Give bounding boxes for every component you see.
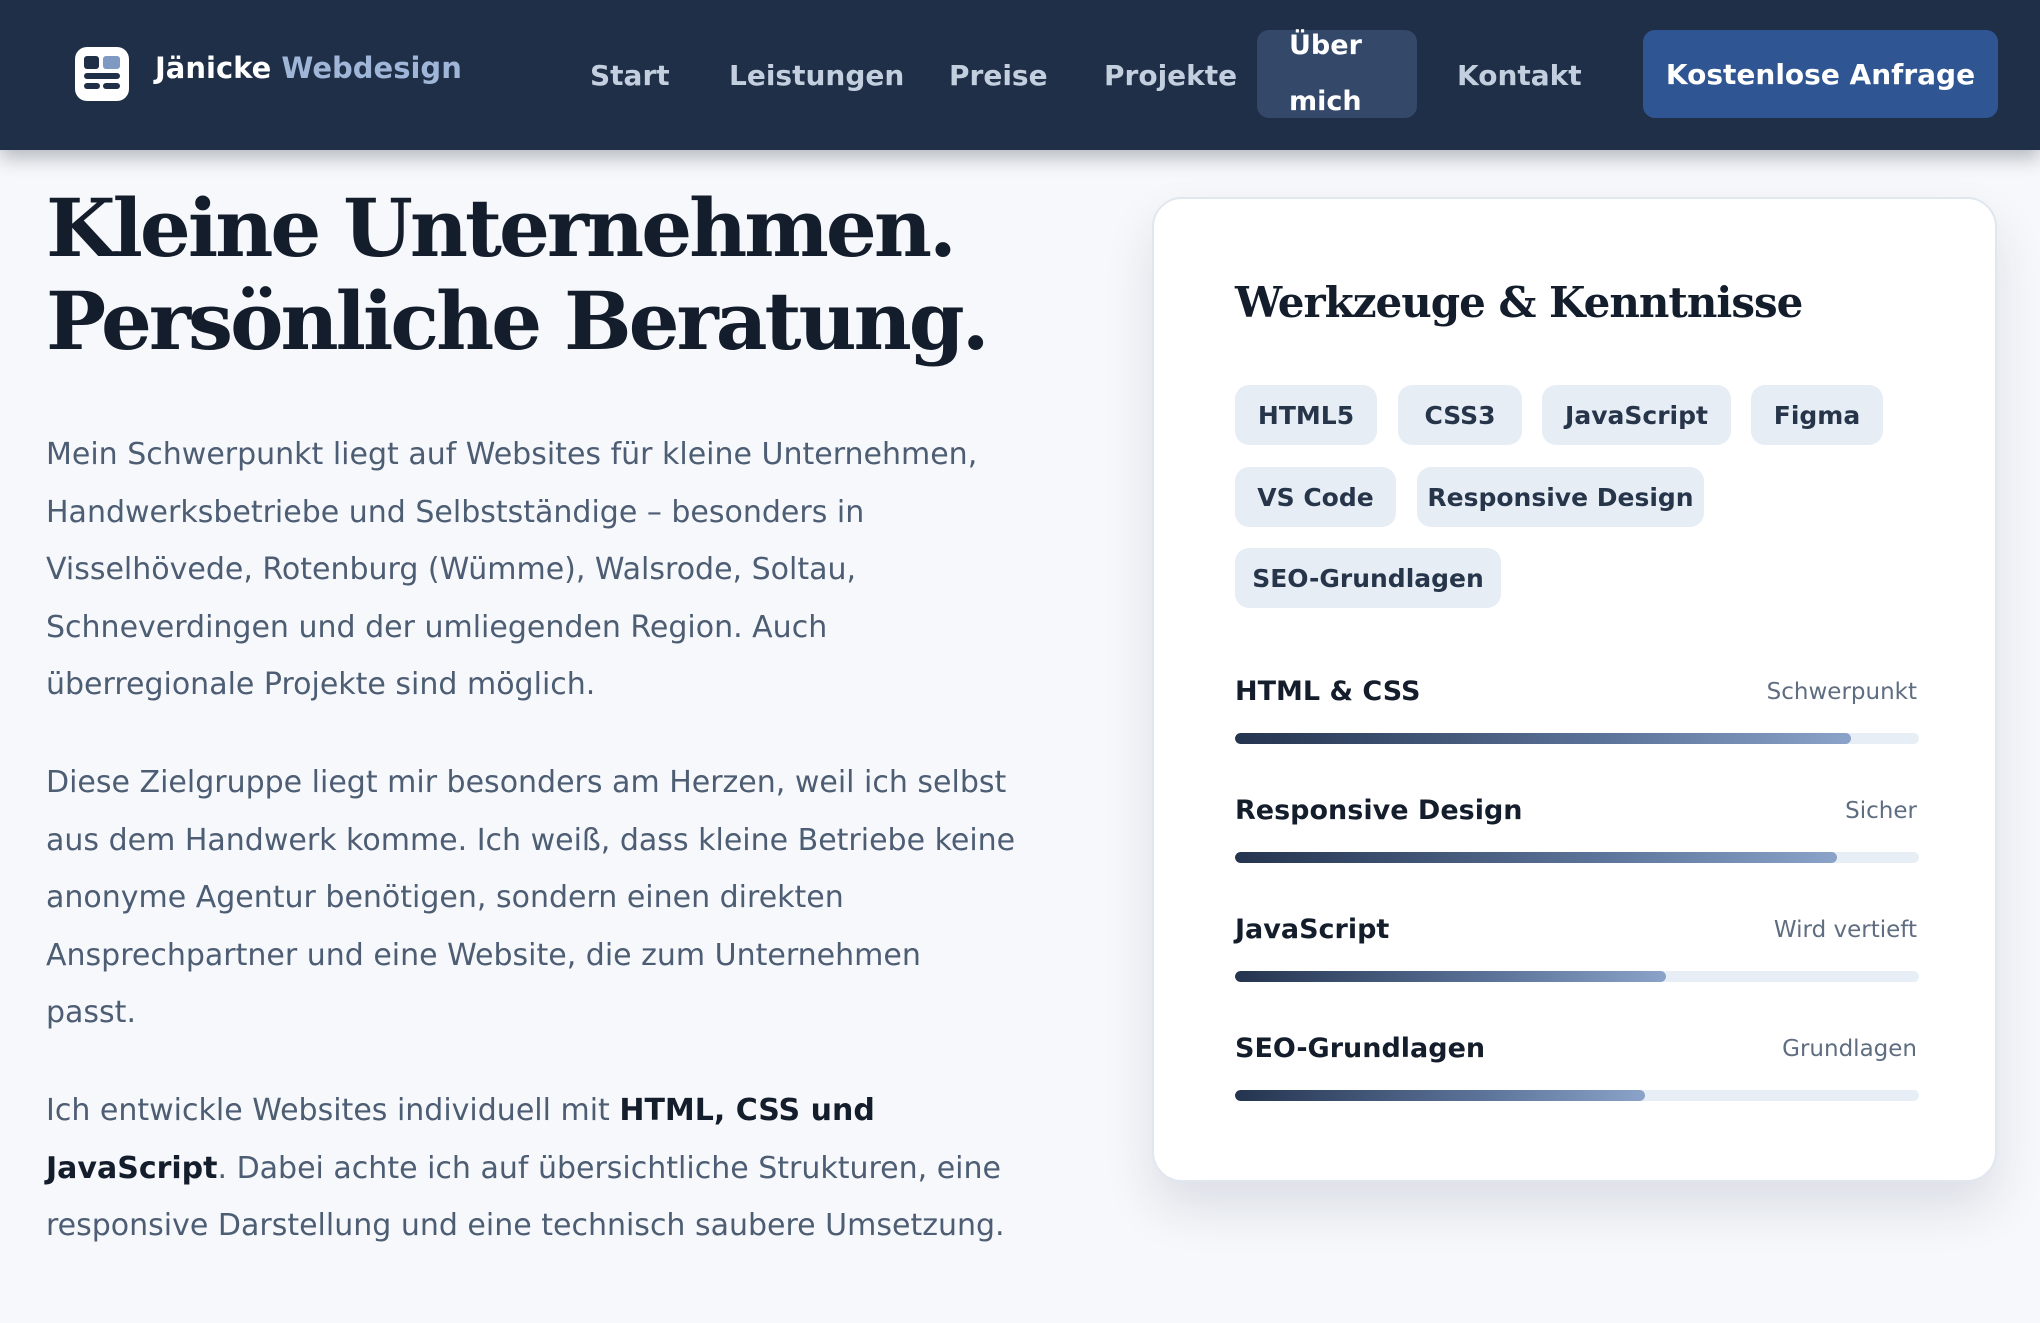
skill-progress-fill: [1235, 971, 1666, 982]
skill-progress-track: [1235, 733, 1919, 744]
nav-ueber-mich-line2: mich: [1289, 86, 1362, 117]
layout-icon[interactable]: [75, 47, 129, 101]
skill-progress-fill: [1235, 733, 1851, 744]
skill-chip: SEO-Grundlagen: [1235, 548, 1501, 608]
skills-card: Werkzeuge & Kenntnisse HTML5 CSS3 JavaSc…: [1152, 197, 1997, 1182]
paragraph-line: Diese Zielgruppe liegt mir besonders am …: [46, 765, 1007, 800]
nav-ueber-mich[interactable]: Über mich: [1257, 30, 1417, 118]
skill-chip: JavaScript: [1542, 385, 1731, 445]
paragraph-line: responsive Darstellung und eine technisc…: [46, 1208, 1005, 1244]
paragraph-line: aus dem Handwerk komme. Ich weiß, dass k…: [46, 822, 1016, 858]
paragraph-line: Ich entwickle Websites individuell mit H…: [46, 1082, 1046, 1140]
skill-chip: Responsive Design: [1417, 467, 1704, 527]
intro-paragraph-2: Diese Zielgruppe liegt mir besonders am …: [46, 754, 1046, 1042]
skill-level: Sicher: [1845, 798, 1917, 824]
hero-title-line1: Kleine Unternehmen.: [46, 181, 957, 275]
skill-progress-fill: [1235, 1090, 1646, 1101]
paragraph-line: Handwerksbetriebe und Selbstständige – b…: [46, 494, 865, 530]
skill-chip: VS Code: [1235, 467, 1396, 527]
paragraph-line: JavaScript. Dabei achte ich auf übersich…: [46, 1140, 1046, 1198]
intro-paragraph-3: Ich entwickle Websites individuell mit H…: [46, 1082, 1046, 1255]
skill-level: Grundlagen: [1782, 1036, 1917, 1062]
skill-chip: CSS3: [1398, 385, 1522, 445]
brand-name-accent: Webdesign: [281, 51, 462, 85]
skill-label: JavaScript: [1235, 914, 1390, 945]
skill-level: Schwerpunkt: [1766, 679, 1917, 705]
skill-progress-track: [1235, 852, 1919, 863]
nav-kontakt[interactable]: Kontakt: [1457, 0, 1582, 150]
skill-progress-fill: [1235, 852, 1837, 863]
skills-card-title: Werkzeuge & Kenntnisse: [1235, 278, 1803, 327]
nav-start[interactable]: Start: [590, 0, 670, 150]
tech-highlight: JavaScript: [46, 1150, 218, 1186]
skill-chip: Figma: [1751, 385, 1883, 445]
tech-highlight: HTML, CSS und: [619, 1093, 875, 1128]
skill-progress-track: [1235, 971, 1919, 982]
site-header: Jänicke Webdesign Start Leistungen Preis…: [0, 0, 2040, 150]
paragraph-line: Ansprechpartner und eine Website, die zu…: [46, 937, 921, 973]
skill-chip: HTML5: [1235, 385, 1377, 445]
free-request-button[interactable]: Kostenlose Anfrage: [1643, 30, 1998, 118]
paragraph-line: passt.: [46, 995, 136, 1031]
skill-label: HTML & CSS: [1235, 676, 1421, 707]
nav-leistungen[interactable]: Leistungen: [729, 0, 904, 150]
hero-title-line2: Persönliche Beratung.: [46, 274, 990, 368]
paragraph-line: Mein Schwerpunkt liegt auf Websites für …: [46, 437, 978, 472]
skill-level: Wird vertieft: [1773, 917, 1917, 943]
skill-progress-track: [1235, 1090, 1919, 1101]
intro-paragraph-1: Mein Schwerpunkt liegt auf Websites für …: [46, 426, 1046, 714]
skill-label: Responsive Design: [1235, 795, 1523, 826]
paragraph-line: Visselhövede, Rotenburg (Wümme), Walsrod…: [46, 552, 857, 588]
nav-preise[interactable]: Preise: [949, 0, 1048, 150]
paragraph-line: Schneverdingen und der umliegenden Regio…: [46, 609, 828, 645]
paragraph-line: überregionale Projekte sind möglich.: [46, 667, 596, 703]
brand-name-main: Jänicke: [155, 51, 272, 85]
brand-name[interactable]: Jänicke Webdesign: [155, 51, 462, 85]
paragraph-text: Ich entwickle Websites individuell mit: [46, 1093, 620, 1128]
skill-label: SEO-Grundlagen: [1235, 1033, 1486, 1064]
hero-title: Kleine Unternehmen. Persönliche Beratung…: [46, 182, 1046, 368]
nav-ueber-mich-line1: Über: [1289, 30, 1362, 61]
nav-projekte[interactable]: Projekte: [1104, 0, 1237, 150]
paragraph-text: . Dabei achte ich auf übersichtliche Str…: [217, 1150, 1002, 1186]
paragraph-line: anonyme Agentur benötigen, sondern einen…: [46, 880, 844, 916]
